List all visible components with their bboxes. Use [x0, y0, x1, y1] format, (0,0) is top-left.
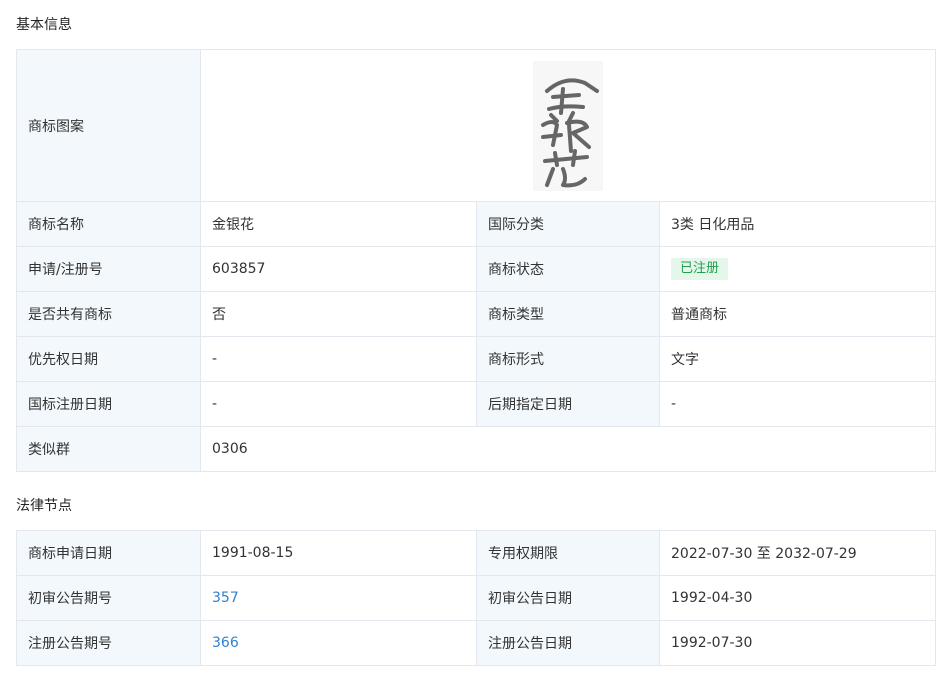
later-designation-date-label: 后期指定日期 [476, 381, 660, 427]
intl-class-value: 3类 日化用品 [659, 201, 936, 247]
trademark-type-value: 普通商标 [659, 291, 936, 337]
intl-class-label: 国际分类 [476, 201, 660, 247]
registration-announcement-date-value: 1992-07-30 [659, 620, 936, 666]
prelim-announcement-issue-cell: 357 [200, 575, 477, 621]
exclusive-right-period-label: 专用权期限 [476, 530, 660, 576]
registration-announcement-issue-link[interactable]: 366 [212, 635, 239, 651]
trademark-logo-image[interactable] [533, 60, 603, 191]
basic-info-table: 商标图案 商标名称 金银花 国际分类 3类 日化用品 申请/注册号 603857… [16, 49, 936, 472]
table-row: 初审公告期号 357 初审公告日期 1992-04-30 [16, 575, 936, 621]
shared-trademark-value: 否 [200, 291, 477, 337]
trademark-name-value: 金银花 [200, 201, 477, 247]
similar-group-value: 0306 [200, 426, 936, 472]
registration-announcement-issue-cell: 366 [200, 620, 477, 666]
table-row: 注册公告期号 366 注册公告日期 1992-07-30 [16, 620, 936, 666]
priority-date-value: - [200, 336, 477, 382]
prelim-announcement-date-value: 1992-04-30 [659, 575, 936, 621]
prelim-announcement-date-label: 初审公告日期 [476, 575, 660, 621]
application-date-label: 商标申请日期 [16, 530, 201, 576]
logo-cell [200, 49, 936, 202]
table-row: 是否共有商标 否 商标类型 普通商标 [16, 291, 936, 337]
registration-number-value: 603857 [200, 246, 477, 292]
table-row: 国标注册日期 - 后期指定日期 - [16, 381, 936, 427]
intl-registration-date-value: - [200, 381, 477, 427]
application-date-value: 1991-08-15 [200, 530, 477, 576]
trademark-name-label: 商标名称 [16, 201, 201, 247]
table-row: 商标申请日期 1991-08-15 专用权期限 2022-07-30 至 203… [16, 530, 936, 576]
prelim-announcement-issue-label: 初审公告期号 [16, 575, 201, 621]
trademark-status-label: 商标状态 [476, 246, 660, 292]
logo-label: 商标图案 [16, 49, 201, 202]
registration-announcement-issue-label: 注册公告期号 [16, 620, 201, 666]
prelim-announcement-issue-link[interactable]: 357 [212, 590, 239, 606]
registration-announcement-date-label: 注册公告日期 [476, 620, 660, 666]
similar-group-label: 类似群 [16, 426, 201, 472]
legal-nodes-table: 商标申请日期 1991-08-15 专用权期限 2022-07-30 至 203… [16, 530, 936, 666]
table-row: 类似群 0306 [16, 426, 936, 472]
table-row: 申请/注册号 603857 商标状态 已注册 [16, 246, 936, 292]
status-badge: 已注册 [671, 258, 729, 280]
trademark-form-label: 商标形式 [476, 336, 660, 382]
shared-trademark-label: 是否共有商标 [16, 291, 201, 337]
priority-date-label: 优先权日期 [16, 336, 201, 382]
table-row: 商标名称 金银花 国际分类 3类 日化用品 [16, 201, 936, 247]
legal-nodes-title: 法律节点 [16, 498, 72, 514]
table-row: 商标图案 [16, 49, 936, 202]
trademark-status-cell: 已注册 [659, 246, 936, 292]
trademark-type-label: 商标类型 [476, 291, 660, 337]
later-designation-date-value: - [659, 381, 936, 427]
table-row: 优先权日期 - 商标形式 文字 [16, 336, 936, 382]
intl-registration-date-label: 国标注册日期 [16, 381, 201, 427]
registration-number-label: 申请/注册号 [16, 246, 201, 292]
trademark-form-value: 文字 [659, 336, 936, 382]
exclusive-right-period-value: 2022-07-30 至 2032-07-29 [659, 530, 936, 576]
basic-info-title: 基本信息 [16, 17, 72, 33]
